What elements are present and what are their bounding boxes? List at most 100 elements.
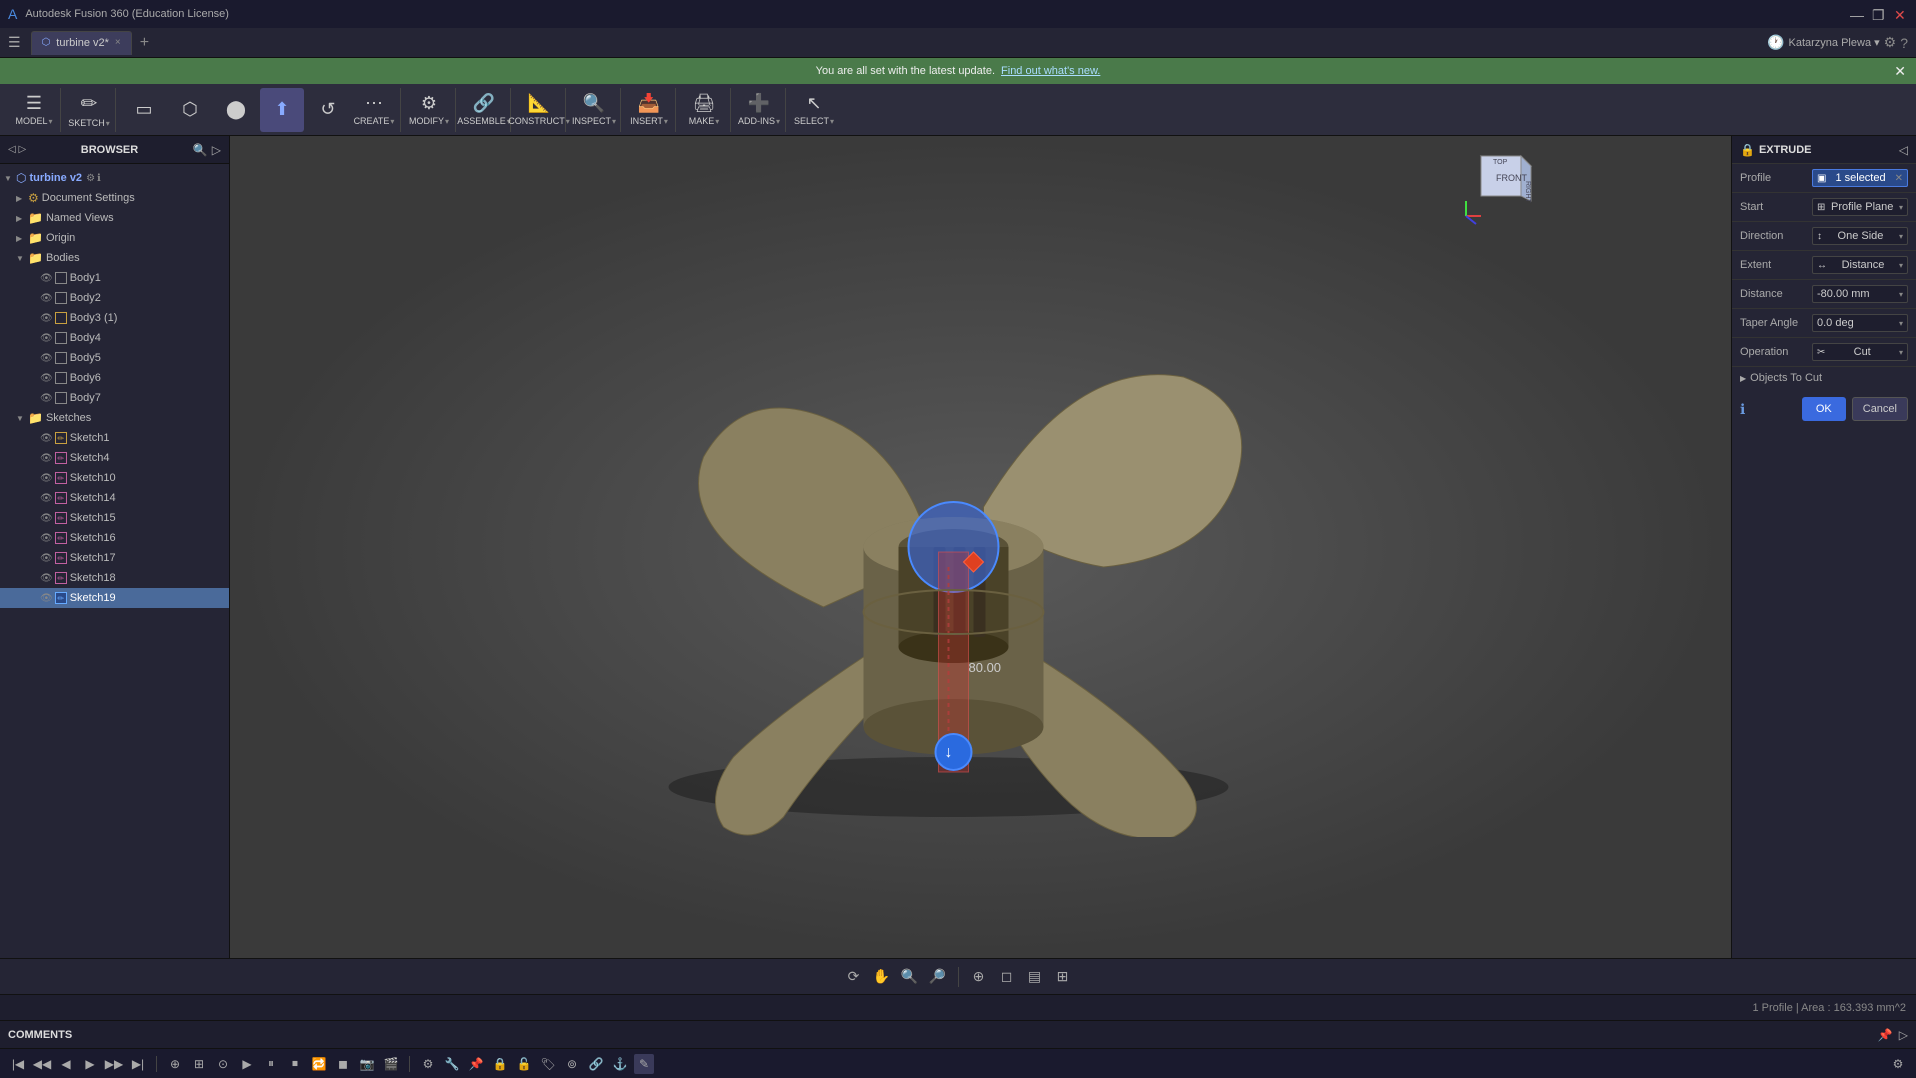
tree-item-sketch16[interactable]: 👁 ✏ Sketch16: [0, 528, 229, 548]
timeline-record-icon[interactable]: ◼: [333, 1054, 353, 1074]
view-wireframe-button[interactable]: ◻: [995, 965, 1019, 989]
extrude-distance-value[interactable]: -80.00 mm ▾: [1812, 285, 1908, 303]
timeline-tag-icon[interactable]: 🏷: [538, 1054, 558, 1074]
new-tab-button[interactable]: +: [140, 34, 149, 52]
tree-item-body7[interactable]: 👁 Body7: [0, 388, 229, 408]
tab-close-button[interactable]: ×: [115, 37, 121, 48]
operation-dropdown-icon[interactable]: ▾: [1899, 348, 1903, 357]
sketch19-visibility-icon[interactable]: 👁: [40, 593, 53, 604]
modify-button[interactable]: ⚙ MODIFY ▾: [407, 88, 451, 132]
timeline-play-icon[interactable]: ▶: [237, 1054, 257, 1074]
extrude-taper-value[interactable]: 0.0 deg ▾: [1812, 314, 1908, 332]
model-mode-button[interactable]: ☰ MODEL ▾: [12, 88, 56, 132]
timeline-pin-icon[interactable]: 📌: [466, 1054, 486, 1074]
viewport[interactable]: 80.00 ↓ -80.00 mm ▾: [230, 136, 1731, 958]
timeline-pencil-icon[interactable]: ✎: [634, 1054, 654, 1074]
comments-pin-icon[interactable]: 📌: [1878, 1028, 1893, 1042]
timeline-wrench-icon[interactable]: 🔧: [442, 1054, 462, 1074]
direction-dropdown-icon[interactable]: ▾: [1899, 232, 1903, 241]
tree-item-sketch19[interactable]: 👁 ✏ Sketch19: [0, 588, 229, 608]
timeline-loop-icon[interactable]: 🔁: [309, 1054, 329, 1074]
timeline-circle-icon[interactable]: ⊙: [213, 1054, 233, 1074]
sketch1-visibility-icon[interactable]: 👁: [40, 433, 53, 444]
sketch16-visibility-icon[interactable]: 👁: [40, 533, 53, 544]
tree-item-sketch17[interactable]: 👁 ✏ Sketch17: [0, 548, 229, 568]
tree-item-document-settings[interactable]: ▶ ⚙ Document Settings: [0, 188, 229, 208]
create-sphere-button[interactable]: ⬤: [214, 88, 258, 132]
comments-collapse-button[interactable]: ▷: [1899, 1028, 1908, 1042]
timeline-grid-icon[interactable]: ⊞: [189, 1054, 209, 1074]
start-dropdown-icon[interactable]: ▾: [1899, 203, 1903, 212]
sketch-button[interactable]: ✏ SKETCH ▾: [67, 88, 111, 132]
tree-item-sketch4[interactable]: 👁 ✏ Sketch4: [0, 448, 229, 468]
timeline-snapshot-icon[interactable]: 📷: [357, 1054, 377, 1074]
body1-visibility-icon[interactable]: 👁: [40, 273, 53, 284]
tree-item-body6[interactable]: 👁 Body6: [0, 368, 229, 388]
create-extrude-button[interactable]: ⬆: [260, 88, 304, 132]
extrude-info-button[interactable]: ℹ: [1740, 401, 1745, 418]
view-cube[interactable]: FRONT RIGHT TOP: [1461, 146, 1541, 226]
body2-visibility-icon[interactable]: 👁: [40, 293, 53, 304]
anim-goto-start[interactable]: |◀: [8, 1054, 28, 1074]
timeline-target-icon[interactable]: ⊚: [562, 1054, 582, 1074]
construct-button[interactable]: 📐 CONSTRUCT ▾: [517, 88, 561, 132]
sketch18-visibility-icon[interactable]: 👁: [40, 573, 53, 584]
notification-close-button[interactable]: ✕: [1894, 63, 1906, 80]
root-info-icon[interactable]: ℹ: [97, 173, 101, 184]
insert-button[interactable]: 📥 INSERT ▾: [627, 88, 671, 132]
extrude-ok-button[interactable]: OK: [1802, 397, 1846, 421]
objects-to-cut-row[interactable]: ▶ Objects To Cut: [1732, 367, 1916, 389]
minimize-button[interactable]: —: [1850, 7, 1864, 21]
anim-step-forward[interactable]: ▶▶: [104, 1054, 124, 1074]
app-menu-icon[interactable]: ☰: [8, 34, 21, 51]
extrude-direction-value[interactable]: ↕ One Side ▾: [1812, 227, 1908, 245]
view-grid-button[interactable]: ⊞: [1051, 965, 1075, 989]
anim-goto-end[interactable]: ▶|: [128, 1054, 148, 1074]
tab-turbine[interactable]: ⬡ turbine v2* ×: [31, 31, 132, 55]
taper-dropdown-icon[interactable]: ▾: [1899, 319, 1903, 328]
tree-item-bodies[interactable]: ▼ 📁 Bodies: [0, 248, 229, 268]
anim-step-back[interactable]: ◀: [56, 1054, 76, 1074]
sketch17-visibility-icon[interactable]: 👁: [40, 553, 53, 564]
timeline-lock-icon[interactable]: 🔒: [490, 1054, 510, 1074]
sketch14-visibility-icon[interactable]: 👁: [40, 493, 53, 504]
anim-play[interactable]: ▶: [80, 1054, 100, 1074]
settings-icon[interactable]: ⚙: [1884, 34, 1897, 51]
addins-button[interactable]: ➕ ADD-INS ▾: [737, 88, 781, 132]
tree-item-sketch15[interactable]: 👁 ✏ Sketch15: [0, 508, 229, 528]
fit-to-screen-button[interactable]: ⊕: [967, 965, 991, 989]
browser-expand-icon[interactable]: ◁ ▷: [8, 144, 26, 155]
body4-visibility-icon[interactable]: 👁: [40, 333, 53, 344]
create-box-button[interactable]: ▭: [122, 88, 166, 132]
body3-visibility-icon[interactable]: 👁: [40, 313, 53, 324]
body6-visibility-icon[interactable]: 👁: [40, 373, 53, 384]
tree-item-sketch1[interactable]: 👁 ✏ Sketch1: [0, 428, 229, 448]
timeline-unlock-icon[interactable]: 🔓: [514, 1054, 534, 1074]
browser-collapse-button[interactable]: ▷: [212, 143, 221, 157]
tree-item-body4[interactable]: 👁 Body4: [0, 328, 229, 348]
browser-search-icon[interactable]: 🔍: [193, 143, 208, 157]
body5-visibility-icon[interactable]: 👁: [40, 353, 53, 364]
assemble-button[interactable]: 🔗 ASSEMBLE ▾: [462, 88, 506, 132]
extrude-cancel-button[interactable]: Cancel: [1852, 397, 1908, 421]
inspect-button[interactable]: 🔍 INSPECT ▾: [572, 88, 616, 132]
notification-link[interactable]: Find out what's new.: [1001, 65, 1100, 77]
tree-item-body3[interactable]: 👁 Body3 (1): [0, 308, 229, 328]
extrude-operation-value[interactable]: ✂ Cut ▾: [1812, 343, 1908, 361]
timeline-link-icon[interactable]: 🔗: [586, 1054, 606, 1074]
sketch15-visibility-icon[interactable]: 👁: [40, 513, 53, 524]
tree-item-sketches[interactable]: ▼ 📁 Sketches: [0, 408, 229, 428]
body7-visibility-icon[interactable]: 👁: [40, 393, 53, 404]
timeline-add-icon[interactable]: ⊕: [165, 1054, 185, 1074]
help-icon[interactable]: ?: [1900, 35, 1908, 51]
sketch10-visibility-icon[interactable]: 👁: [40, 473, 53, 484]
tree-item-body5[interactable]: 👁 Body5: [0, 348, 229, 368]
extrude-profile-value[interactable]: ▣ 1 selected ✕: [1812, 169, 1908, 187]
timeline-anchor-icon[interactable]: ⚓: [610, 1054, 630, 1074]
extrude-expand-button[interactable]: ◁: [1899, 143, 1908, 157]
pan-button[interactable]: ✋: [870, 965, 894, 989]
tree-item-origin[interactable]: ▶ 📁 Origin: [0, 228, 229, 248]
zoom-button[interactable]: 🔍: [898, 965, 922, 989]
tree-item-named-views[interactable]: ▶ 📁 Named Views: [0, 208, 229, 228]
timeline-video-icon[interactable]: 🎬: [381, 1054, 401, 1074]
